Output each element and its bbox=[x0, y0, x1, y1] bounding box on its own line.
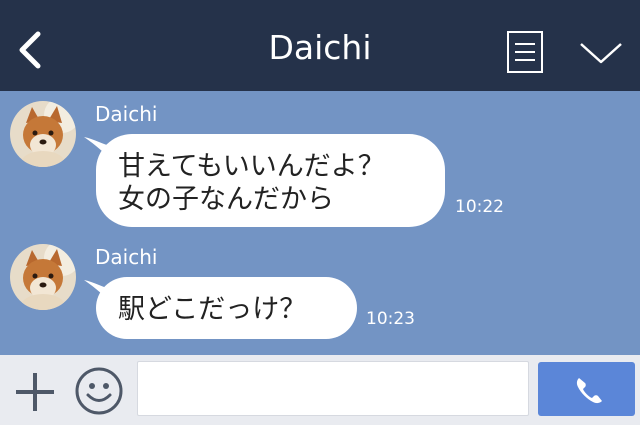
message-list[interactable]: Daichi 甘えてもいいんだよ？ 女の子なんだから 10:22 Daichi … bbox=[0, 91, 640, 355]
smiley-icon[interactable] bbox=[73, 365, 125, 417]
sender-name: Daichi bbox=[95, 245, 158, 269]
message-bubble[interactable]: 駅どこだっけ？ bbox=[96, 277, 357, 339]
shiba-dog-avatar-icon bbox=[10, 244, 76, 310]
call-button[interactable] bbox=[538, 362, 635, 416]
sender-name: Daichi bbox=[95, 102, 158, 126]
message-input[interactable] bbox=[137, 361, 529, 416]
input-bar bbox=[0, 355, 640, 425]
sender-avatar[interactable] bbox=[10, 244, 76, 310]
chevron-down-icon[interactable] bbox=[578, 38, 624, 68]
plus-icon[interactable] bbox=[14, 371, 56, 413]
message-time: 10:22 bbox=[455, 197, 504, 217]
sender-avatar[interactable] bbox=[10, 101, 76, 167]
shiba-dog-avatar-icon bbox=[10, 101, 76, 167]
notes-icon[interactable] bbox=[505, 30, 545, 74]
message-bubble[interactable]: 甘えてもいいんだよ？ 女の子なんだから bbox=[96, 134, 445, 227]
message-time: 10:23 bbox=[366, 309, 415, 329]
phone-icon bbox=[576, 378, 602, 404]
chat-header: Daichi bbox=[0, 0, 640, 91]
